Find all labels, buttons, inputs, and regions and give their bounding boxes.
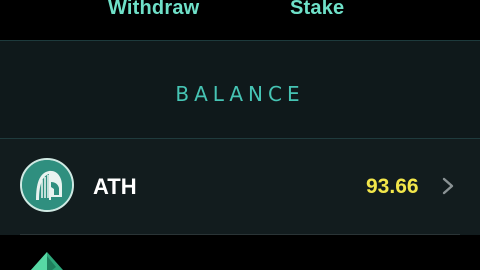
action-bar: Withdraw Stake bbox=[0, 0, 480, 20]
spartan-helmet-icon bbox=[20, 158, 74, 212]
chevron-right-icon[interactable] bbox=[440, 176, 456, 196]
token-row-next[interactable] bbox=[0, 235, 480, 270]
stake-button[interactable]: Stake bbox=[290, 0, 344, 20]
green-crystal-icon bbox=[22, 252, 72, 270]
withdraw-button[interactable]: Withdraw bbox=[108, 0, 199, 20]
token-symbol: ATH bbox=[93, 174, 137, 199]
token-amount: 93.66 bbox=[366, 175, 419, 198]
balance-section-title: BALANCE bbox=[175, 82, 305, 106]
